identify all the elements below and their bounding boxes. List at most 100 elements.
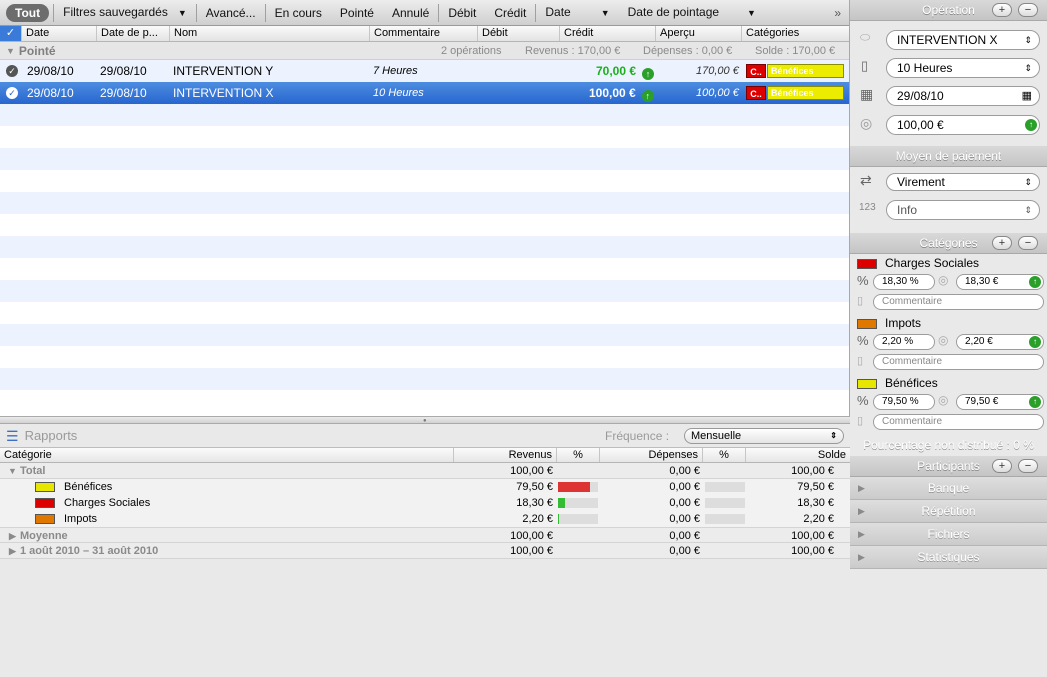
rep-col-income[interactable]: Revenus: [454, 448, 557, 462]
list-icon[interactable]: ☰: [6, 429, 19, 443]
category-amount-field[interactable]: 2,20 € ↑: [956, 334, 1044, 350]
rep-col-category[interactable]: Catégorie: [0, 448, 454, 462]
category-comment-field[interactable]: Commentaire: [873, 294, 1044, 310]
split-handle[interactable]: ●: [0, 416, 850, 424]
column-date-p[interactable]: Date de p...: [97, 26, 170, 41]
payment-method-select[interactable]: Virement ⇕: [886, 173, 1040, 191]
category-amount-field[interactable]: 18,30 € ↑: [956, 274, 1044, 290]
disclosure-closed-icon[interactable]: ▶: [858, 477, 865, 500]
filter-cleared-button[interactable]: Pointé: [331, 0, 383, 26]
category-amount-field[interactable]: 79,50 € ↑: [956, 394, 1044, 410]
rep-col-pct2[interactable]: %: [703, 448, 746, 462]
table-row-selected[interactable]: ✓ 29/08/10 29/08/10 INTERVENTION X 10 He…: [0, 82, 849, 104]
filter-cancelled-button[interactable]: Annulé: [383, 0, 438, 26]
category-comment-field[interactable]: Commentaire: [873, 414, 1044, 430]
date-field[interactable]: 29/08/10 ▦: [886, 86, 1040, 106]
disclosure-closed-icon[interactable]: ▶: [9, 531, 16, 542]
column-categories[interactable]: Catégories: [742, 26, 848, 41]
report-row-average[interactable]: ▶ Moyenne 100,00 € 0,00 € 100,00 €: [0, 527, 850, 543]
category-pct-field[interactable]: 18,30 %: [873, 274, 935, 290]
category-pct-field[interactable]: 79,50 %: [873, 394, 935, 410]
frequency-select[interactable]: Mensuelle ⇕: [684, 428, 844, 444]
operation-section: ⬭ INTERVENTION X ⇕ ▯ 10 Heures ⇕ ▦ 29/08/1…: [850, 21, 1047, 146]
report-row-category[interactable]: Bénéfices 79,50 € 0,00 € 79,50 €: [0, 479, 850, 495]
filter-pending-button[interactable]: En cours: [266, 0, 331, 26]
remove-category-button[interactable]: −: [1018, 236, 1038, 250]
report-row-category[interactable]: Charges Sociales 18,30 € 0,00 € 18,30 €: [0, 495, 850, 511]
note-icon: ▯: [861, 58, 869, 73]
category-comment: Commentaire: [882, 296, 943, 307]
categories-section-header: Catégories + −: [850, 233, 1047, 254]
disclosure-closed-icon[interactable]: ▶: [9, 546, 16, 557]
column-name[interactable]: Nom: [170, 26, 370, 41]
overflow-chevron-icon[interactable]: »: [834, 6, 841, 20]
rep-col-pct[interactable]: %: [557, 448, 600, 462]
cleared-check-icon[interactable]: ✓: [6, 87, 18, 99]
remove-operation-button[interactable]: −: [1018, 3, 1038, 17]
reports-toolbar: ☰ Rapports Fréquence : Mensuelle ⇕: [0, 424, 850, 448]
repeat-section-header[interactable]: ▶ Répétition: [850, 500, 1047, 523]
category-comment: Commentaire: [882, 356, 943, 367]
report-balance: 2,20 €: [803, 513, 834, 525]
filter-all-button[interactable]: Tout: [6, 3, 50, 22]
name-field[interactable]: INTERVENTION X ⇕: [886, 30, 1040, 50]
participants-section-header[interactable]: Participants + −: [850, 456, 1047, 477]
report-row-total[interactable]: ▼ Total 100,00 € 0,00 € 100,00 €: [0, 463, 850, 479]
disclosure-open-icon[interactable]: ▼: [8, 466, 17, 476]
amount-field[interactable]: 100,00 € ↑: [886, 115, 1040, 135]
disclosure-closed-icon[interactable]: ▶: [858, 523, 865, 546]
report-income: 79,50 €: [516, 481, 553, 493]
table-row[interactable]: ✓ 29/08/10 29/08/10 INTERVENTION Y 7 Heu…: [0, 60, 849, 82]
income-arrow-icon[interactable]: ↑: [1029, 396, 1041, 408]
column-preview[interactable]: Aperçu: [656, 26, 742, 41]
rep-col-balance[interactable]: Solde: [746, 448, 850, 462]
toggle-icon: ⬭: [860, 30, 871, 44]
category-swatch: [35, 514, 55, 524]
info-select[interactable]: Info ⇕: [886, 200, 1040, 220]
column-debit[interactable]: Débit: [478, 26, 560, 41]
category-chip-short: C..: [746, 86, 766, 100]
calendar-picker-icon[interactable]: ▦: [1022, 87, 1032, 105]
disclosure-closed-icon[interactable]: ▶: [858, 546, 865, 569]
row-preview: 170,00 €: [696, 65, 739, 77]
advanced-filter-button[interactable]: Avancé...: [197, 0, 265, 26]
report-row-period[interactable]: ▶ 1 août 2010 – 31 août 2010 100,00 € 0,…: [0, 543, 850, 559]
category-swatch: [35, 482, 55, 492]
comment-field[interactable]: 10 Heures ⇕: [886, 58, 1040, 78]
stats-section-header[interactable]: ▶ Statistiques: [850, 546, 1047, 569]
disclosure-triangle-icon[interactable]: ▼: [6, 46, 15, 56]
add-operation-button[interactable]: +: [992, 3, 1012, 17]
report-row-category[interactable]: Impots 2,20 € 0,00 € 2,20 €: [0, 511, 850, 527]
filter-credit-button[interactable]: Crédit: [485, 0, 535, 26]
category-pct-field[interactable]: 2,20 %: [873, 334, 935, 350]
remove-participant-button[interactable]: −: [1018, 459, 1038, 473]
report-expenses: 0,00 €: [669, 530, 700, 542]
clear-date-filter-menu[interactable]: Date de pointage ▼: [619, 0, 765, 26]
column-credit[interactable]: Crédit: [560, 26, 656, 41]
category-swatch: [857, 259, 877, 269]
filter-debit-button[interactable]: Débit: [439, 0, 485, 26]
date-filter-menu[interactable]: Date ▼: [536, 0, 618, 26]
calendar-icon: ▦: [860, 86, 874, 102]
rep-col-expenses[interactable]: Dépenses: [600, 448, 703, 462]
disclosure-closed-icon[interactable]: ▶: [858, 500, 865, 523]
column-check[interactable]: ✓: [0, 26, 22, 41]
bank-section-header[interactable]: ▶ Banque: [850, 477, 1047, 500]
row-name: INTERVENTION X: [173, 86, 274, 100]
group-header-cleared[interactable]: ▼ Pointé 2 opérations Revenus : 170,00 €…: [0, 42, 849, 60]
income-arrow-icon[interactable]: ↑: [1029, 276, 1041, 288]
income-pct-fill: [558, 482, 590, 492]
column-comment[interactable]: Commentaire: [370, 26, 478, 41]
category-chip-short: C..: [746, 64, 766, 78]
category-comment-field[interactable]: Commentaire: [873, 354, 1044, 370]
files-section-header[interactable]: ▶ Fichiers: [850, 523, 1047, 546]
category-swatch: [857, 379, 877, 389]
income-arrow-icon[interactable]: ↑: [1029, 336, 1041, 348]
cleared-check-icon[interactable]: ✓: [6, 65, 18, 77]
add-category-button[interactable]: +: [992, 236, 1012, 250]
column-date[interactable]: Date: [22, 26, 97, 41]
income-arrow-icon[interactable]: ↑: [1025, 119, 1037, 131]
saved-filters-menu[interactable]: Filtres sauvegardés ▼: [54, 0, 196, 26]
report-income: 100,00 €: [510, 545, 553, 557]
add-participant-button[interactable]: +: [992, 459, 1012, 473]
